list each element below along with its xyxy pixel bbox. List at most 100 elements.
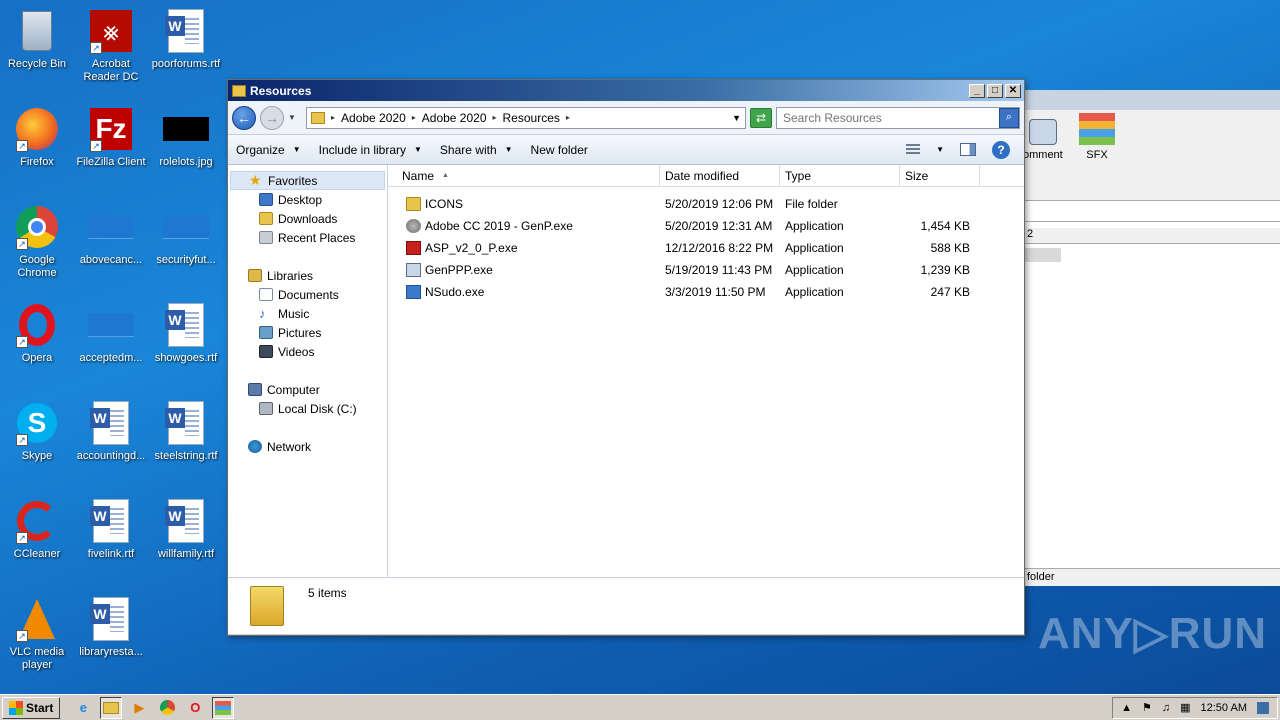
show-desktop-icon[interactable]	[1257, 701, 1269, 714]
desktop-icon-recycle-bin[interactable]: Recycle Bin	[0, 8, 74, 71]
desktop-icon-accountingd[interactable]: accountingd...	[74, 400, 148, 463]
breadcrumb-item[interactable]: Resources	[503, 111, 560, 125]
column-header-name[interactable]: Name ▲	[388, 165, 660, 186]
explorer-taskbar-icon[interactable]	[100, 696, 123, 719]
nav-item-music[interactable]: ♪ Music	[228, 304, 387, 323]
views-dropdown-icon[interactable]: ▼	[936, 145, 944, 154]
action-center-icon[interactable]: ⚑	[1142, 701, 1152, 714]
chrome-taskbar-icon[interactable]	[156, 697, 178, 719]
system-tray: ▲ ⚑ ♫ ▦ 12:50 AM	[1112, 696, 1278, 719]
search-icon[interactable]: ⌕	[999, 107, 1019, 128]
recent-pages-dropdown[interactable]: ▼	[288, 113, 298, 122]
content-area: ★ Favorites Desktop Downloads Recent Pla…	[228, 165, 1024, 577]
firefox-icon: ↗	[14, 106, 60, 152]
nav-item-downloads[interactable]: Downloads	[228, 209, 387, 228]
column-header-size[interactable]: Size	[900, 165, 980, 186]
explorer-window[interactable]: Resources _ □ ✕ ← → ▼ ▸ Adobe 2020 ▸ Ado…	[227, 79, 1025, 636]
desktop-icon-acceptedm[interactable]: acceptedm...	[74, 302, 148, 365]
start-button[interactable]: Start	[2, 696, 61, 719]
nav-item-pictures[interactable]: Pictures	[228, 323, 387, 342]
desktop-icon	[259, 193, 273, 206]
organize-button[interactable]: Organize ▼	[236, 143, 301, 157]
nav-label: Recent Places	[278, 230, 356, 245]
search-box[interactable]: ⌕	[776, 106, 1020, 129]
network-tray-icon[interactable]: ▦	[1180, 701, 1190, 714]
nav-item-videos[interactable]: Videos	[228, 342, 387, 361]
file-icon	[88, 302, 134, 348]
nav-item-local-disk[interactable]: Local Disk (C:)	[228, 399, 387, 418]
close-button[interactable]: ✕	[1005, 83, 1021, 98]
breadcrumb-separator-icon[interactable]: ▸	[566, 113, 570, 122]
new-folder-button[interactable]: New folder	[531, 143, 588, 157]
desktop-icon-opera[interactable]: ↗ Opera	[0, 302, 74, 365]
file-row[interactable]: Adobe CC 2019 - GenP.exe 5/20/2019 12:31…	[388, 215, 1024, 237]
minimize-button[interactable]: _	[969, 83, 985, 98]
file-row[interactable]: GenPPP.exe 5/19/2019 11:43 PM Applicatio…	[388, 259, 1024, 281]
details-pane: 5 items	[228, 577, 1024, 634]
help-icon[interactable]: ?	[992, 140, 1010, 159]
desktop-icon-ccleaner[interactable]: ↗ CCleaner	[0, 498, 74, 561]
desktop-icon-acrobat[interactable]: ⨳ ↗ Acrobat Reader DC	[74, 8, 148, 84]
file-row[interactable]: NSudo.exe 3/3/2019 11:50 PM Application …	[388, 281, 1024, 303]
breadcrumb-separator-icon[interactable]: ▸	[412, 113, 416, 122]
nav-item-documents[interactable]: Documents	[228, 285, 387, 304]
preview-pane-icon[interactable]	[960, 143, 976, 156]
navigation-pane[interactable]: ★ Favorites Desktop Downloads Recent Pla…	[228, 165, 388, 577]
desktop-icon-chrome[interactable]: ↗ Google Chrome	[0, 204, 74, 280]
maximize-button[interactable]: □	[987, 83, 1003, 98]
file-size: 247 KB	[930, 285, 970, 299]
forward-button[interactable]: →	[260, 105, 284, 130]
desktop-icon-vlc[interactable]: ↗ VLC media player	[0, 596, 74, 672]
file-type: Application	[785, 219, 844, 233]
media-player-icon[interactable]: ▶	[128, 697, 150, 719]
desktop-icon-rolelots[interactable]: rolelots.jpg	[149, 106, 223, 169]
winrar-taskbar-icon[interactable]	[212, 696, 235, 719]
desktop-icon-firefox[interactable]: ↗ Firefox	[0, 106, 74, 169]
desktop-icon-willfamily[interactable]: willfamily.rtf	[149, 498, 223, 561]
nav-item-desktop[interactable]: Desktop	[228, 190, 387, 209]
nav-item-recent-places[interactable]: Recent Places	[228, 228, 387, 247]
column-header-date-modified[interactable]: Date modified	[660, 165, 780, 186]
refresh-button[interactable]: ⇄	[750, 107, 772, 128]
desktop-icon-label: Recycle Bin	[7, 58, 67, 70]
address-bar[interactable]: ▸ Adobe 2020 ▸ Adobe 2020 ▸ Resources ▸ …	[306, 106, 746, 129]
desktop-icon-showgoes[interactable]: showgoes.rtf	[149, 302, 223, 365]
file-list-pane[interactable]: Name ▲ Date modified Type Size ICONS 5/2…	[388, 165, 1024, 577]
back-button[interactable]: ←	[232, 105, 256, 130]
desktop-icon-skype[interactable]: S ↗ Skype	[0, 400, 74, 463]
search-input[interactable]	[783, 110, 999, 125]
desktop-icon-abovecanc[interactable]: abovecanc...	[74, 204, 148, 267]
file-row[interactable]: ASP_v2_0_P.exe 12/12/2016 8:22 PM Applic…	[388, 237, 1024, 259]
nav-item-computer[interactable]: Computer	[228, 380, 387, 399]
desktop-icon-fivelink[interactable]: fivelink.rtf	[74, 498, 148, 561]
clock[interactable]: 12:50 AM	[1201, 702, 1247, 714]
include-in-library-button[interactable]: Include in library ▼	[319, 143, 422, 157]
title-bar[interactable]: Resources _ □ ✕	[228, 80, 1024, 101]
nav-item-favorites[interactable]: ★ Favorites	[230, 171, 385, 190]
application-icon	[406, 263, 421, 277]
breadcrumb-separator-icon[interactable]: ▸	[331, 113, 335, 122]
internet-explorer-icon[interactable]: e	[72, 697, 94, 719]
nav-item-libraries[interactable]: Libraries	[228, 266, 387, 285]
desktop-icon-securityfut[interactable]: securityfut...	[149, 204, 223, 267]
breadcrumb-item[interactable]: Adobe 2020	[341, 111, 406, 125]
file-row[interactable]: ICONS 5/20/2019 12:06 PM File folder	[388, 193, 1024, 215]
column-header-type[interactable]: Type	[780, 165, 900, 186]
background-window[interactable]: omment SFX 2 folder	[1020, 90, 1280, 586]
desktop-icon-poorforums[interactable]: poorforums.rtf	[149, 8, 223, 71]
change-view-icon[interactable]	[906, 143, 921, 156]
show-hidden-icons-icon[interactable]: ▲	[1121, 702, 1132, 714]
desktop-icon-steelstring[interactable]: steelstring.rtf	[149, 400, 223, 463]
nav-item-network[interactable]: Network	[228, 437, 387, 456]
comment-tool[interactable]: omment	[1023, 119, 1063, 161]
column-label: Size	[905, 168, 929, 183]
opera-taskbar-icon[interactable]: O	[184, 697, 206, 719]
share-with-button[interactable]: Share with ▼	[440, 143, 513, 157]
desktop-icon-libraryresta[interactable]: libraryresta...	[74, 596, 148, 659]
breadcrumb-separator-icon[interactable]: ▸	[493, 113, 497, 122]
volume-icon[interactable]: ♫	[1162, 702, 1170, 714]
breadcrumb-item[interactable]: Adobe 2020	[422, 111, 487, 125]
sfx-tool[interactable]: SFX	[1077, 113, 1117, 161]
desktop-icon-filezilla[interactable]: Fz ↗ FileZilla Client	[74, 106, 148, 169]
address-dropdown-icon[interactable]: ▼	[732, 113, 745, 123]
